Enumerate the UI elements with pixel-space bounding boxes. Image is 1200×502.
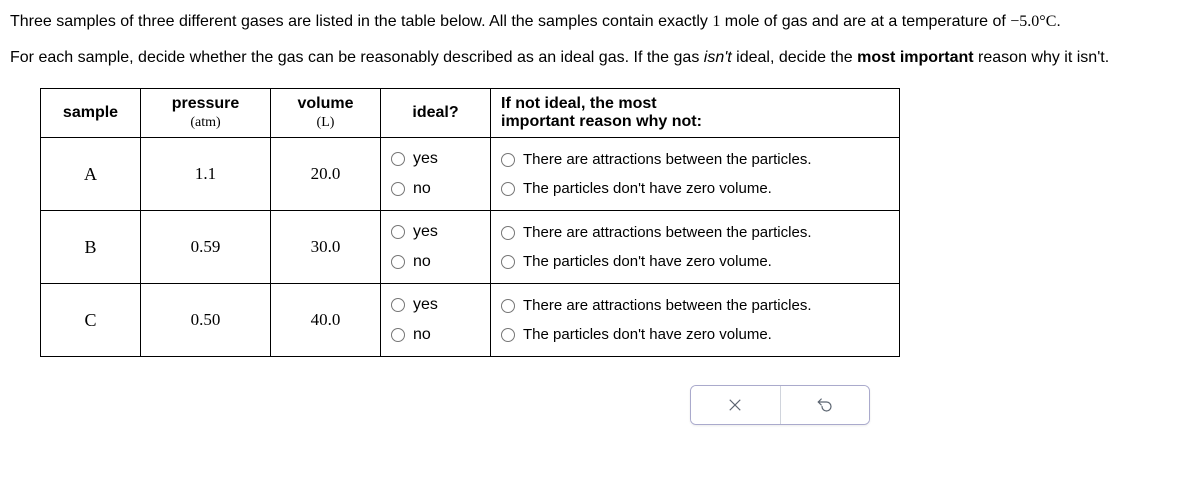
th-volume-unit: (L) — [281, 115, 370, 131]
reason-attractions-radio[interactable] — [501, 299, 515, 313]
reason-zerovolume-radio[interactable] — [501, 182, 515, 196]
intro1-suffix: . — [1056, 13, 1060, 30]
reason-attractions-option[interactable]: There are attractions between the partic… — [501, 291, 889, 320]
reason-zerovolume-option[interactable]: The particles don't have zero volume. — [501, 320, 889, 349]
clear-button[interactable] — [691, 386, 781, 424]
intro2-suffix: reason why it isn't. — [974, 49, 1110, 66]
cell-pressure: 1.1 — [141, 138, 271, 211]
ideal-no-option[interactable]: no — [391, 320, 480, 350]
cell-sample: B — [41, 211, 141, 284]
cell-volume: 40.0 — [271, 284, 381, 357]
cell-reason: There are attractions between the partic… — [491, 211, 900, 284]
cell-reason: There are attractions between the partic… — [491, 138, 900, 211]
th-sample-label: sample — [63, 104, 118, 121]
ideal-no-radio[interactable] — [391, 328, 405, 342]
table-row: C 0.50 40.0 yes no There are attractions… — [41, 284, 900, 357]
ideal-yes-option[interactable]: yes — [391, 144, 480, 174]
ideal-yes-radio[interactable] — [391, 225, 405, 239]
intro2-mostimportant: most important — [857, 49, 973, 66]
ideal-yes-label: yes — [413, 296, 438, 314]
th-ideal-label: ideal? — [412, 104, 458, 121]
reason-attractions-label: There are attractions between the partic… — [523, 151, 812, 168]
cell-volume: 30.0 — [271, 211, 381, 284]
reason-zerovolume-label: The particles don't have zero volume. — [523, 180, 772, 197]
th-ideal: ideal? — [381, 89, 491, 138]
th-reason-line1: If not ideal, the most — [501, 95, 657, 112]
cell-pressure: 0.50 — [141, 284, 271, 357]
intro1-mid: mole of gas and are at a temperature of — [720, 13, 1010, 30]
ideal-no-label: no — [413, 180, 431, 198]
intro-paragraph-2: For each sample, decide whether the gas … — [10, 46, 1190, 70]
ideal-no-label: no — [413, 253, 431, 271]
table-row: A 1.1 20.0 yes no There are attractions … — [41, 138, 900, 211]
reason-attractions-label: There are attractions between the partic… — [523, 224, 812, 241]
reason-zerovolume-option[interactable]: The particles don't have zero volume. — [501, 174, 889, 203]
ideal-no-label: no — [413, 326, 431, 344]
reason-attractions-label: There are attractions between the partic… — [523, 297, 812, 314]
ideal-no-option[interactable]: no — [391, 174, 480, 204]
th-pressure-label: pressure — [172, 95, 240, 112]
ideal-no-radio[interactable] — [391, 182, 405, 196]
intro-paragraph-1: Three samples of three different gases a… — [10, 10, 1190, 34]
intro2-mid: ideal, decide the — [732, 49, 857, 66]
ideal-no-option[interactable]: no — [391, 247, 480, 277]
reason-zerovolume-radio[interactable] — [501, 255, 515, 269]
cell-sample: C — [41, 284, 141, 357]
intro2-prefix: For each sample, decide whether the gas … — [10, 49, 704, 66]
intro1-prefix: Three samples of three different gases a… — [10, 13, 712, 30]
ideal-yes-radio[interactable] — [391, 152, 405, 166]
undo-icon — [816, 396, 834, 414]
cell-ideal: yes no — [381, 211, 491, 284]
ideal-yes-label: yes — [413, 223, 438, 241]
th-reason: If not ideal, the most important reason … — [491, 89, 900, 138]
ideal-yes-radio[interactable] — [391, 298, 405, 312]
cell-ideal: yes no — [381, 284, 491, 357]
table-row: B 0.59 30.0 yes no There are attractions… — [41, 211, 900, 284]
th-volume-label: volume — [297, 95, 353, 112]
reason-attractions-option[interactable]: There are attractions between the partic… — [501, 218, 889, 247]
cell-sample: A — [41, 138, 141, 211]
gas-samples-table: sample pressure (atm) volume (L) ideal? … — [40, 88, 900, 357]
ideal-yes-option[interactable]: yes — [391, 290, 480, 320]
action-bar — [690, 385, 870, 425]
reset-button[interactable] — [781, 386, 870, 424]
reason-zerovolume-radio[interactable] — [501, 328, 515, 342]
reason-attractions-option[interactable]: There are attractions between the partic… — [501, 145, 889, 174]
ideal-no-radio[interactable] — [391, 255, 405, 269]
th-pressure: pressure (atm) — [141, 89, 271, 138]
cell-ideal: yes no — [381, 138, 491, 211]
intro2-isnt: isn't — [704, 49, 732, 66]
ideal-yes-option[interactable]: yes — [391, 217, 480, 247]
ideal-yes-label: yes — [413, 150, 438, 168]
intro1-temperature: −5.0°C — [1010, 13, 1056, 30]
th-reason-line2: important reason why not: — [501, 113, 702, 130]
cell-volume: 20.0 — [271, 138, 381, 211]
close-icon — [726, 396, 744, 414]
reason-zerovolume-label: The particles don't have zero volume. — [523, 326, 772, 343]
th-pressure-unit: (atm) — [151, 115, 260, 131]
reason-zerovolume-label: The particles don't have zero volume. — [523, 253, 772, 270]
reason-attractions-radio[interactable] — [501, 153, 515, 167]
cell-reason: There are attractions between the partic… — [491, 284, 900, 357]
cell-pressure: 0.59 — [141, 211, 271, 284]
reason-zerovolume-option[interactable]: The particles don't have zero volume. — [501, 247, 889, 276]
th-volume: volume (L) — [271, 89, 381, 138]
th-sample: sample — [41, 89, 141, 138]
reason-attractions-radio[interactable] — [501, 226, 515, 240]
